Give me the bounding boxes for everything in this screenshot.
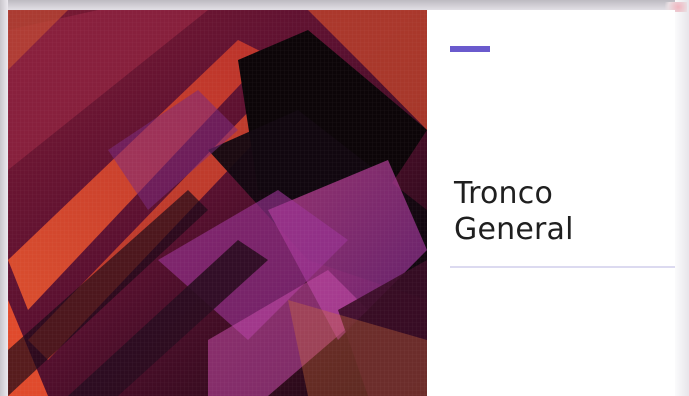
title-slide[interactable]: Tronco General [8,10,675,396]
window-right-edge [675,0,689,396]
window-top-edge [0,0,689,10]
slide-title[interactable]: Tronco General [454,176,664,248]
window-left-edge [0,0,8,396]
slide-title-line-1: Tronco [454,176,554,211]
title-divider-line [450,266,675,268]
abstract-artwork-image [8,10,427,396]
title-accent-bar [450,46,490,52]
slide-title-line-2: General [454,212,574,247]
